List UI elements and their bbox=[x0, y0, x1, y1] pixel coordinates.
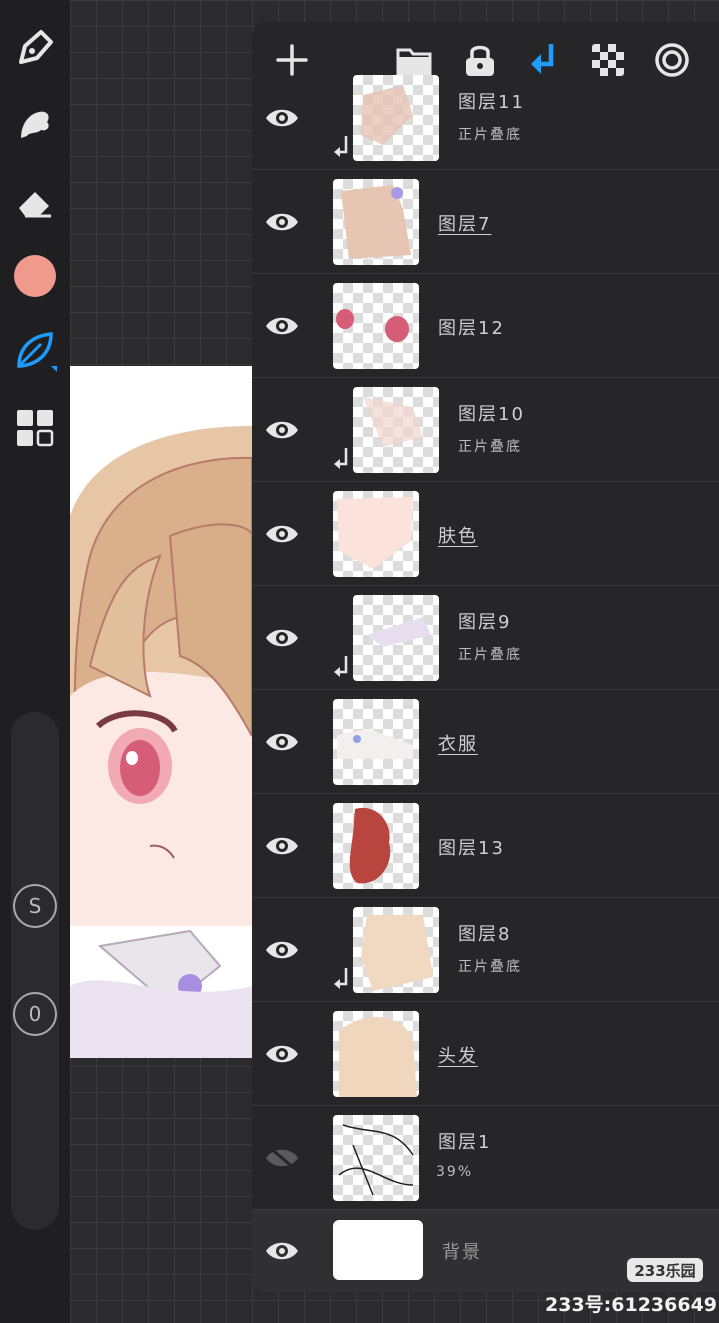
eye-icon[interactable] bbox=[262, 722, 302, 762]
watermark-id: 233号:61236649 bbox=[545, 1294, 718, 1316]
left-toolbar: S 0 bbox=[0, 0, 70, 1323]
layer-thumbnail bbox=[333, 283, 419, 369]
grid-icon[interactable] bbox=[11, 404, 59, 452]
layer-thumbnail bbox=[333, 1115, 419, 1201]
eye-icon[interactable] bbox=[262, 98, 302, 138]
smudge-icon[interactable] bbox=[11, 100, 59, 148]
eye-hidden-icon[interactable] bbox=[262, 1138, 302, 1178]
slider-bottom-label: 0 bbox=[28, 1002, 42, 1026]
eye-icon[interactable] bbox=[262, 306, 302, 346]
eye-icon[interactable] bbox=[262, 1231, 302, 1271]
layer-name: 衣服 bbox=[438, 734, 478, 755]
layer-blend-mode: 39% bbox=[436, 1164, 474, 1180]
eye-icon[interactable] bbox=[262, 410, 302, 450]
layer-thumbnail bbox=[353, 907, 439, 993]
layer-row[interactable]: 图层12 bbox=[252, 274, 719, 378]
layer-name: 图层1 bbox=[438, 1132, 492, 1153]
eye-icon[interactable] bbox=[262, 514, 302, 554]
layer-thumbnail bbox=[333, 1220, 423, 1280]
eraser-icon[interactable] bbox=[11, 180, 59, 228]
eye-icon[interactable] bbox=[262, 202, 302, 242]
layer-name: 图层9 bbox=[458, 612, 512, 633]
layer-row[interactable]: 肤色 bbox=[252, 482, 719, 586]
eye-icon[interactable] bbox=[262, 930, 302, 970]
layer-name: 图层11 bbox=[458, 92, 525, 113]
opacity-knob[interactable]: 0 bbox=[13, 992, 57, 1036]
layer-row[interactable]: 图层13 bbox=[252, 794, 719, 898]
layer-blend-mode: 正片叠底 bbox=[458, 959, 522, 975]
layer-name: 图层13 bbox=[438, 838, 505, 859]
clip-arrow-icon bbox=[332, 446, 352, 476]
layer-row[interactable]: 图层7 bbox=[252, 170, 719, 274]
layer-row[interactable]: 图层1 39% bbox=[252, 1106, 719, 1210]
layer-row[interactable]: 头发 bbox=[252, 1002, 719, 1106]
eye-icon[interactable] bbox=[262, 1034, 302, 1074]
layer-row[interactable]: 图层8 正片叠底 bbox=[252, 898, 719, 1002]
layer-name: 图层8 bbox=[458, 924, 512, 945]
layer-thumbnail bbox=[333, 1011, 419, 1097]
layer-blend-mode: 正片叠底 bbox=[458, 647, 522, 663]
eye-icon[interactable] bbox=[262, 618, 302, 658]
layer-name: 图层7 bbox=[438, 214, 492, 235]
layer-thumbnail bbox=[333, 491, 419, 577]
layer-row[interactable]: 图层10 正片叠底 bbox=[252, 378, 719, 482]
color-swatch[interactable] bbox=[14, 255, 56, 297]
layer-row[interactable]: 图层9 正片叠底 bbox=[252, 586, 719, 690]
clip-arrow-icon bbox=[332, 966, 352, 996]
layer-row[interactable]: 图层11 正片叠底 bbox=[252, 66, 719, 170]
layer-thumbnail bbox=[353, 75, 439, 161]
layer-name: 背景 bbox=[442, 1242, 482, 1263]
layer-name: 图层12 bbox=[438, 318, 505, 339]
canvas-artwork[interactable] bbox=[70, 366, 252, 1058]
clip-arrow-icon bbox=[332, 654, 352, 684]
layer-thumbnail bbox=[353, 595, 439, 681]
layer-blend-mode: 正片叠底 bbox=[458, 127, 522, 143]
layer-thumbnail bbox=[353, 387, 439, 473]
layers-panel: 图层11 正片叠底 图层7 图层12 图层10 正片叠底 肤色 图层9 正片叠底 衣服 图层13 图层… bbox=[252, 22, 719, 1292]
layer-thumbnail bbox=[333, 803, 419, 889]
layer-blend-mode: 正片叠底 bbox=[458, 439, 522, 455]
leaf-brush-icon[interactable] bbox=[11, 326, 59, 374]
eye-icon[interactable] bbox=[262, 826, 302, 866]
layer-name: 头发 bbox=[438, 1046, 478, 1067]
layer-row[interactable]: 衣服 bbox=[252, 690, 719, 794]
layer-name: 图层10 bbox=[458, 404, 525, 425]
pen-icon[interactable] bbox=[11, 24, 59, 72]
layer-thumbnail bbox=[333, 179, 419, 265]
brush-size-slider[interactable]: S 0 bbox=[11, 712, 59, 1230]
size-knob[interactable]: S bbox=[13, 884, 57, 928]
layer-name: 肤色 bbox=[438, 526, 478, 547]
watermark-badge: 233乐园 bbox=[627, 1258, 703, 1282]
layer-thumbnail bbox=[333, 699, 419, 785]
slider-top-label: S bbox=[28, 894, 42, 918]
clip-arrow-icon bbox=[332, 134, 352, 164]
